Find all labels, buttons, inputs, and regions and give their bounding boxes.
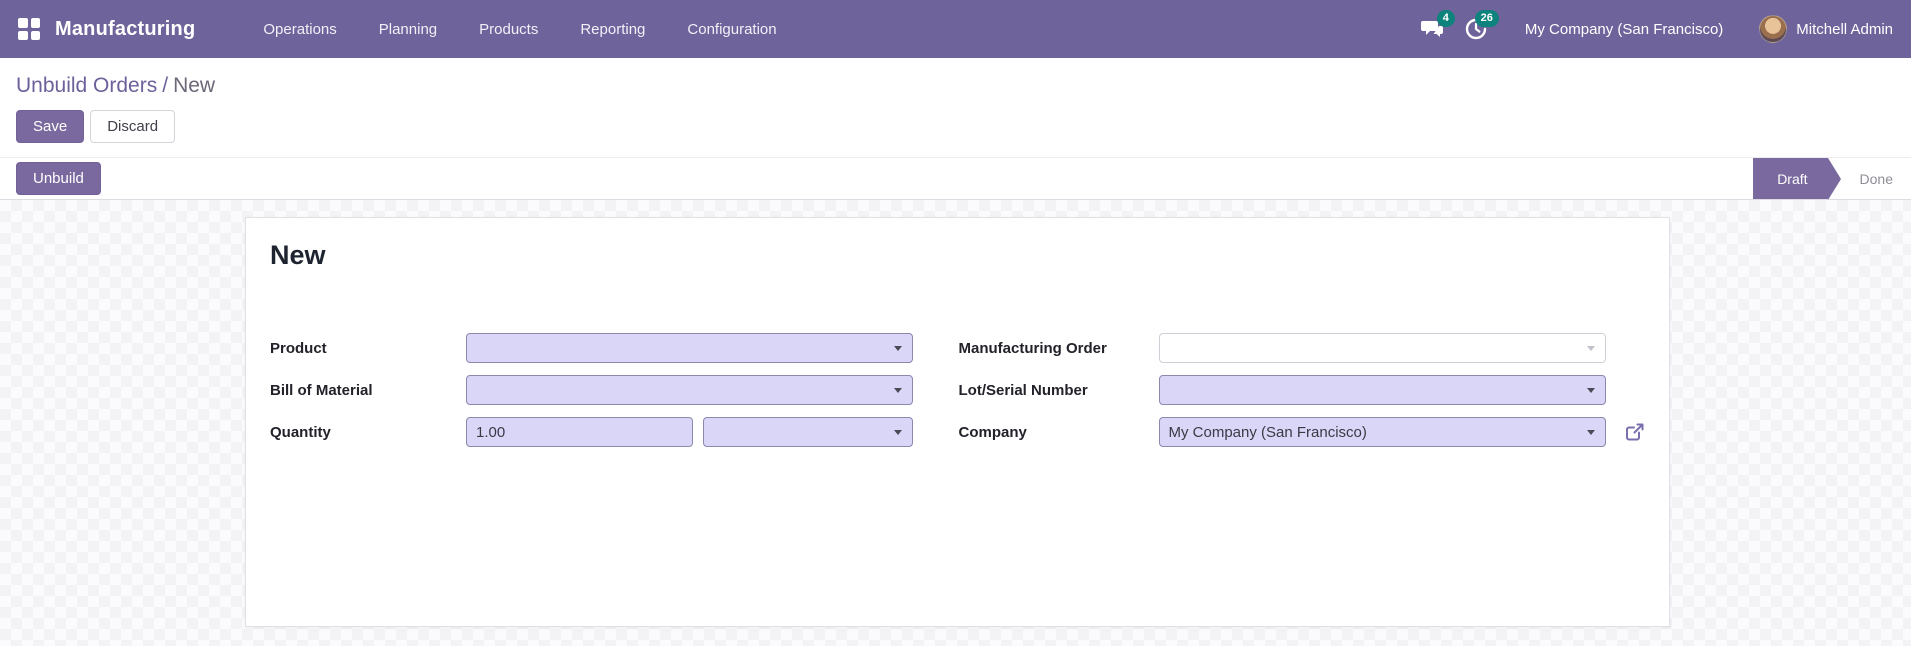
discard-button[interactable]: Discard (90, 110, 176, 143)
form-column-left: Product Bill of Material Quantity 1.00 (270, 333, 959, 459)
apps-grid-icon[interactable] (18, 18, 40, 40)
chevron-down-icon (1586, 430, 1595, 435)
chevron-down-icon (894, 346, 902, 351)
manufacturing-order-select (1158, 333, 1606, 363)
menu-item-operations[interactable]: Operations (242, 11, 357, 48)
odoo-app-window: Manufacturing Operations Planning Produc… (0, 0, 1911, 646)
user-avatar (1759, 15, 1788, 43)
form-grid: Product Bill of Material Quantity 1.00 M… (246, 333, 1669, 459)
form-statusbar: Unbuild Draft Done (0, 157, 1911, 200)
external-link-icon[interactable] (1624, 421, 1646, 443)
messages-icon[interactable]: 4 (1415, 10, 1455, 44)
user-name: Mitchell Admin (1796, 20, 1893, 38)
stage-draft[interactable]: Draft (1753, 158, 1841, 200)
bill-of-material-select[interactable] (466, 375, 913, 405)
field-row-lot: Lot/Serial Number (959, 375, 1648, 405)
chevron-down-icon (894, 430, 902, 435)
manufacturing-order-label: Manufacturing Order (958, 339, 1107, 357)
app-name[interactable]: Manufacturing (55, 18, 195, 41)
activities-badge: 26 (1474, 10, 1499, 27)
user-menu[interactable]: Mitchell Admin (1759, 15, 1893, 43)
menu-item-planning[interactable]: Planning (358, 11, 458, 48)
chevron-down-icon (1586, 346, 1595, 351)
breadcrumb: Unbuild Orders / New (16, 71, 1895, 101)
main-menu: Operations Planning Products Reporting C… (242, 11, 797, 48)
menu-item-reporting[interactable]: Reporting (559, 11, 666, 48)
product-label: Product (270, 339, 327, 357)
breadcrumb-parent-link[interactable]: Unbuild Orders (16, 74, 157, 97)
stage-done[interactable]: Done (1842, 158, 1911, 199)
chevron-down-icon (894, 388, 902, 393)
menu-item-products[interactable]: Products (458, 11, 559, 48)
company-select[interactable]: My Company (San Francisco) (1158, 417, 1606, 447)
field-row-bom: Bill of Material (270, 375, 959, 405)
company-label: Company (958, 423, 1027, 441)
uom-select[interactable] (703, 417, 913, 447)
save-button[interactable]: Save (16, 110, 85, 143)
activities-icon[interactable]: 26 (1459, 10, 1499, 44)
quantity-input[interactable] (466, 417, 693, 447)
messages-badge: 4 (1436, 10, 1455, 27)
lot-serial-label: Lot/Serial Number (958, 381, 1088, 399)
product-select[interactable] (466, 333, 913, 363)
form-column-right: Manufacturing Order Lot/Serial Number Co… (959, 333, 1648, 459)
form-sheet: New Product Bill of Material Quantity 1.… (245, 217, 1670, 627)
breadcrumb-current: New (173, 74, 216, 97)
lot-serial-select[interactable] (1158, 375, 1606, 405)
top-navbar: Manufacturing Operations Planning Produc… (0, 0, 1911, 58)
systray: 4 26 My Company (San Francisco) Mitchell… (1415, 10, 1893, 44)
control-panel: Unbuild Orders / New Save Discard (0, 58, 1911, 157)
state-widget: Draft Done (1753, 158, 1911, 200)
unbuild-button[interactable]: Unbuild (16, 162, 101, 195)
content-area: New Product Bill of Material Quantity 1.… (0, 200, 1911, 646)
record-title: New (270, 240, 326, 270)
company-value: My Company (San Francisco) (1168, 423, 1367, 441)
field-row-mo: Manufacturing Order (959, 333, 1648, 363)
breadcrumb-separator: / (162, 74, 169, 97)
field-row-company: Company My Company (San Francisco) (959, 417, 1648, 447)
quantity-label: Quantity (270, 423, 331, 441)
company-switcher[interactable]: My Company (San Francisco) (1525, 21, 1723, 38)
chevron-down-icon (1586, 388, 1595, 393)
menu-item-configuration[interactable]: Configuration (666, 11, 797, 48)
field-row-quantity: Quantity (270, 417, 959, 447)
control-panel-buttons: Save Discard (16, 110, 1895, 143)
field-row-product: Product (270, 333, 959, 363)
bom-label: Bill of Material (270, 381, 373, 399)
